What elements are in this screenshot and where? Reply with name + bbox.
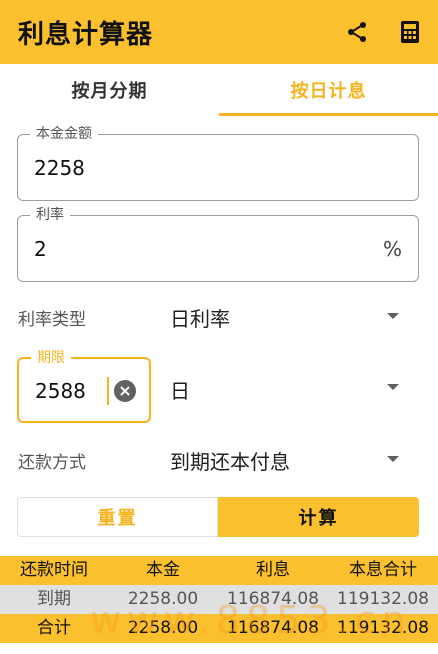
table-cell: 119132.08 — [337, 589, 429, 609]
repayment-dropdown-icon[interactable] — [387, 456, 399, 462]
tab-bar: 按月分期 按日计息 — [0, 64, 438, 116]
table-cell: 2258.00 — [127, 589, 199, 609]
header-cell: 本金 — [146, 560, 180, 580]
table-cell: 合计 — [37, 618, 71, 638]
rate-type-dropdown-icon[interactable] — [387, 313, 399, 319]
tab-monthly-installment[interactable]: 按月分期 — [0, 64, 219, 116]
share-icon[interactable] — [341, 16, 373, 48]
percent-suffix: % — [382, 237, 402, 261]
table-header: 还款时间 本金 利息 本息合计 — [0, 556, 438, 585]
principal-field[interactable]: 本金金额 2258 — [17, 125, 419, 201]
repayment-select[interactable]: 到期还本付息 — [170, 446, 290, 475]
rate-field[interactable]: 利率 2 % — [17, 206, 419, 282]
term-input[interactable]: 2588 — [35, 379, 86, 403]
header-cell: 本息合计 — [349, 560, 417, 580]
term-unit-select[interactable]: 日 — [170, 375, 190, 404]
table-cell: 116874.08 — [227, 618, 319, 638]
calculate-button[interactable]: 计算 — [218, 497, 419, 537]
principal-input[interactable]: 2258 — [34, 156, 85, 180]
tab-daily-interest[interactable]: 按日计息 — [219, 64, 438, 116]
text-cursor — [107, 377, 109, 405]
term-label: 期限 — [31, 349, 71, 367]
active-tab-indicator — [219, 113, 438, 116]
calculator-icon[interactable] — [394, 16, 426, 48]
table-cell: 119132.08 — [337, 618, 429, 638]
reset-button[interactable]: 重置 — [17, 497, 218, 537]
clear-icon[interactable] — [114, 380, 136, 402]
table-row: 到期 2258.00 116874.08 119132.08 — [0, 585, 438, 614]
rate-type-label: 利率类型 — [18, 310, 86, 330]
table-cell: 116874.08 — [227, 589, 319, 609]
rate-label: 利率 — [30, 206, 70, 224]
app-title: 利息计算器 — [18, 20, 154, 50]
table-cell: 到期 — [37, 589, 71, 609]
term-field[interactable]: 期限 2588 — [17, 349, 151, 423]
repayment-label: 还款方式 — [18, 453, 86, 473]
term-unit-dropdown-icon[interactable] — [387, 384, 399, 390]
table-cell: 2258.00 — [127, 618, 199, 638]
header-cell: 利息 — [256, 560, 290, 580]
principal-label: 本金金额 — [30, 125, 98, 143]
table-total-row: 合计 2258.00 116874.08 119132.08 — [0, 614, 438, 643]
header-cell: 还款时间 — [20, 560, 88, 580]
rate-input[interactable]: 2 — [34, 237, 47, 261]
app-bar: 利息计算器 — [0, 0, 438, 64]
rate-type-select[interactable]: 日利率 — [170, 303, 230, 332]
